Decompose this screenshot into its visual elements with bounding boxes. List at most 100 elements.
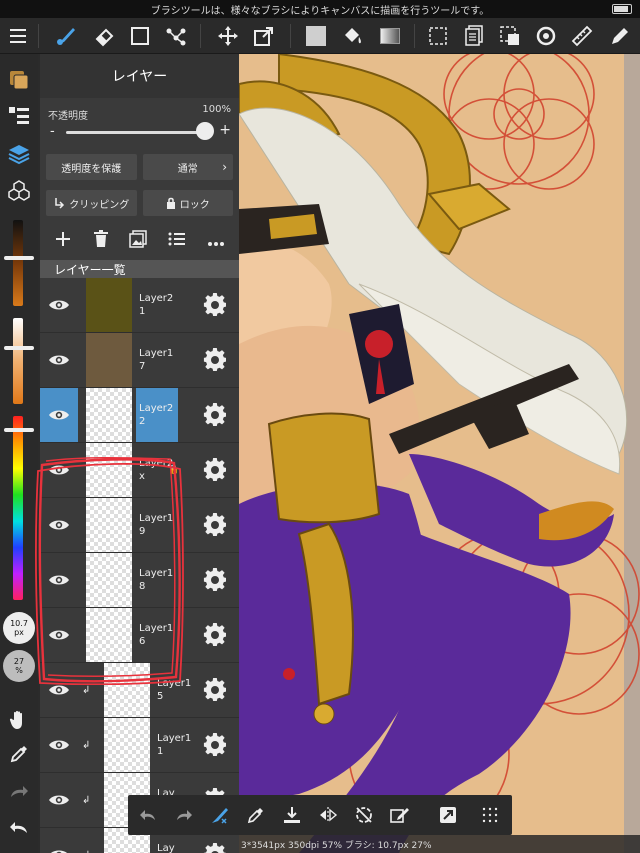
lock-button[interactable]: ロック xyxy=(142,190,233,216)
save-icon[interactable] xyxy=(278,801,306,829)
menu-icon[interactable] xyxy=(4,22,32,50)
drawing-canvas[interactable] xyxy=(239,54,640,853)
layer-thumbnail xyxy=(86,278,132,332)
saturation-slider[interactable] xyxy=(13,318,23,404)
hue-slider[interactable] xyxy=(13,416,23,600)
trash-icon[interactable] xyxy=(93,230,109,252)
status-bar: ブラシツールは、様々なブラシによりキャンバスに描画を行うツールです。 xyxy=(0,0,640,18)
visibility-eye-icon[interactable] xyxy=(40,553,78,607)
hand-icon[interactable] xyxy=(5,706,33,734)
list-icon[interactable] xyxy=(5,102,33,130)
opacity-increase-button[interactable]: + xyxy=(219,122,231,138)
material-icon[interactable] xyxy=(5,66,33,94)
opacity-decrease-button[interactable]: - xyxy=(50,124,55,139)
canvas-info-bar: 3*3541px 350dpi 57% ブラシ: 10.7px 27% xyxy=(239,835,640,853)
opacity-label: 不透明度 xyxy=(48,111,88,122)
visibility-eye-icon[interactable] xyxy=(40,498,78,552)
edit-icon[interactable] xyxy=(386,801,414,829)
layer-row[interactable]: Layer19 xyxy=(40,498,239,553)
canvas-info-text: 3*3541px 350dpi 57% ブラシ: 10.7px 27% xyxy=(241,840,432,851)
layer-panel-icon[interactable] xyxy=(460,22,488,50)
undo-icon[interactable] xyxy=(134,801,162,829)
transform-icon[interactable] xyxy=(250,22,278,50)
visibility-eye-icon[interactable] xyxy=(40,443,78,497)
grid-icon[interactable] xyxy=(476,801,504,829)
layer-settings-gear-icon[interactable] xyxy=(203,843,227,853)
3d-material-icon[interactable] xyxy=(5,176,33,204)
clipping-indicator-icon: ↲ xyxy=(82,795,91,806)
brush-icon[interactable] xyxy=(52,22,80,50)
brush-stabilizer-icon[interactable] xyxy=(206,801,234,829)
layer-row[interactable]: Layer21 xyxy=(40,278,239,333)
clipping-button[interactable]: クリッピング xyxy=(46,190,137,216)
brush-size-button[interactable]: 10.7 px xyxy=(3,612,35,644)
bucket-icon[interactable] xyxy=(338,22,366,50)
opacity-slider[interactable] xyxy=(66,131,206,134)
layer-settings-gear-icon[interactable] xyxy=(203,458,227,482)
layer-image-icon[interactable] xyxy=(129,230,148,252)
layer-settings-gear-icon[interactable] xyxy=(203,568,227,592)
blend-mode-button[interactable]: 通常 › xyxy=(142,154,233,180)
layer-settings-gear-icon[interactable] xyxy=(203,293,227,317)
layer-row[interactable]: Layer18 xyxy=(40,553,239,608)
layer-row[interactable]: Layer2x 🔒 xyxy=(40,443,239,498)
visibility-eye-icon[interactable] xyxy=(40,828,78,853)
layers-icon[interactable] xyxy=(5,140,33,168)
snap-icon[interactable] xyxy=(434,801,462,829)
visibility-eye-icon[interactable] xyxy=(40,388,78,442)
brightness-slider[interactable] xyxy=(13,220,23,306)
saturation-slider-knob[interactable] xyxy=(4,346,34,350)
eraser-icon[interactable] xyxy=(90,22,118,50)
layer-settings-gear-icon[interactable] xyxy=(203,623,227,647)
deselect-icon[interactable] xyxy=(496,22,524,50)
layer-row[interactable]: ↲ Layer15 xyxy=(40,663,239,718)
layer-list-header: レイヤー一覧 xyxy=(40,260,239,278)
layer-settings-gear-icon[interactable] xyxy=(203,348,227,372)
layer-list: Layer21 Layer17 Layer22 Layer2x 🔒 Layer19 Laye… xyxy=(40,278,239,853)
layer-row[interactable]: Layer17 xyxy=(40,333,239,388)
layer-row[interactable]: Layer16 xyxy=(40,608,239,663)
vector-icon[interactable] xyxy=(162,22,190,50)
brush-opacity-button[interactable]: 27 % xyxy=(3,650,35,682)
visibility-eye-icon[interactable] xyxy=(40,608,78,662)
layer-settings-gear-icon[interactable] xyxy=(203,733,227,757)
brightness-slider-knob[interactable] xyxy=(4,256,34,260)
layer-settings-gear-icon[interactable] xyxy=(203,678,227,702)
eyedropper-icon[interactable] xyxy=(5,740,33,768)
layer-row[interactable]: Layer22 xyxy=(40,388,239,443)
fill-color-icon[interactable] xyxy=(302,22,330,50)
layer-name: Layer18 xyxy=(139,568,174,592)
layer-settings-gear-icon[interactable] xyxy=(203,403,227,427)
undo-side-icon[interactable] xyxy=(5,814,33,842)
blend-row: 透明度を保護 通常 › xyxy=(40,150,239,186)
hue-slider-knob[interactable] xyxy=(4,428,34,432)
add-layer-icon[interactable] xyxy=(54,230,72,252)
visibility-eye-icon[interactable] xyxy=(40,278,78,332)
flip-icon[interactable] xyxy=(314,801,342,829)
visibility-eye-icon[interactable] xyxy=(40,333,78,387)
visibility-eye-icon[interactable] xyxy=(40,663,78,717)
protect-alpha-button[interactable]: 透明度を保護 xyxy=(46,154,137,180)
redo-side-icon[interactable] xyxy=(5,778,33,806)
layer-settings-gear-icon[interactable] xyxy=(203,513,227,537)
layer-list-icon[interactable] xyxy=(168,231,186,251)
pen-icon[interactable] xyxy=(606,22,634,50)
select-rect-icon[interactable] xyxy=(126,22,154,50)
rotate-reset-icon[interactable] xyxy=(350,801,378,829)
eyedropper-icon[interactable] xyxy=(242,801,270,829)
layer-row[interactable]: ↲ Layer11 xyxy=(40,718,239,773)
toolbar-divider xyxy=(414,24,415,48)
gradient-icon[interactable] xyxy=(376,22,404,50)
visibility-eye-icon[interactable] xyxy=(40,773,78,827)
move-icon[interactable] xyxy=(214,22,242,50)
more-icon[interactable] xyxy=(207,232,225,251)
layer-thumbnail xyxy=(86,553,132,607)
ruler-icon[interactable] xyxy=(568,22,596,50)
clip-lock-row: クリッピング ロック xyxy=(40,186,239,222)
layer-actions-row xyxy=(40,222,239,260)
visibility-eye-icon[interactable] xyxy=(40,718,78,772)
selection-icon[interactable] xyxy=(424,22,452,50)
opacity-slider-knob[interactable] xyxy=(196,122,214,140)
lasso-icon[interactable] xyxy=(532,22,560,50)
redo-icon[interactable] xyxy=(170,801,198,829)
